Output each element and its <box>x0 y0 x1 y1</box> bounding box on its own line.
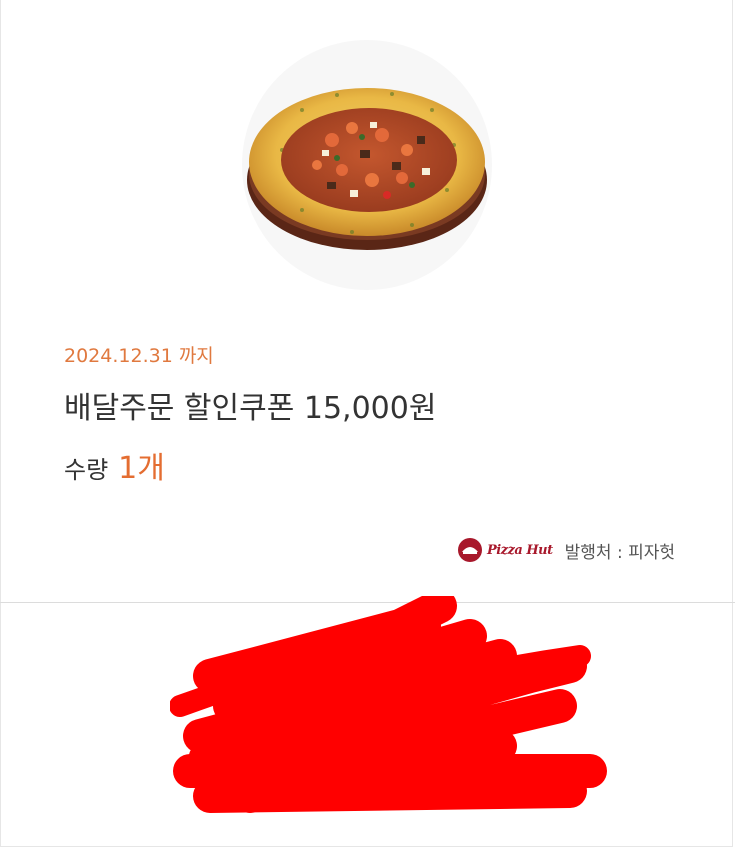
coupon-title: 배달주문 할인쿠폰 15,000원 <box>64 391 437 426</box>
quantity-label: 수량 <box>64 456 109 484</box>
issuer-label: 발행처 : 피자헛 <box>564 542 675 563</box>
expiry-date: 2024.12.31 까지 <box>64 345 214 367</box>
pizza-hut-logo: Pizza Hut <box>457 537 553 563</box>
pizza-hut-icon <box>457 538 482 562</box>
product-image <box>242 40 492 290</box>
issuer-info: Pizza Hut 발행처 : 피자헛 <box>457 537 675 563</box>
redaction-scribble <box>170 596 607 813</box>
quantity-value: 1개 <box>118 451 165 486</box>
quantity: 수량 1개 <box>64 443 165 487</box>
brand-logo-text: Pizza Hut <box>486 542 553 558</box>
pizza-image <box>247 88 487 250</box>
